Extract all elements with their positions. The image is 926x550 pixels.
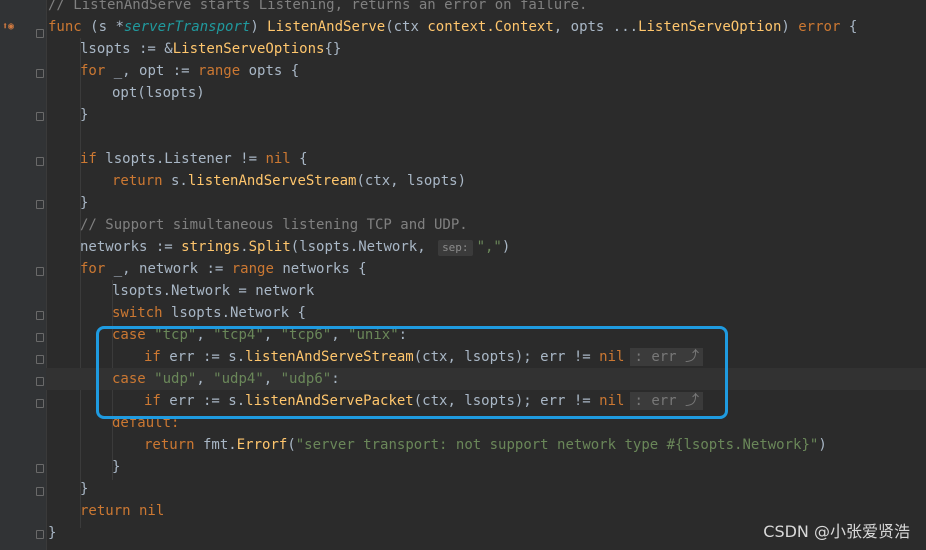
fold-marker-icon[interactable]: [36, 333, 44, 342]
fold-marker-icon[interactable]: [36, 377, 44, 386]
code-text: {: [840, 19, 858, 35]
code-text: (ctx: [385, 19, 428, 35]
code-text: ): [818, 437, 827, 453]
function-name: ListenAndServe: [267, 19, 386, 35]
code-text: _, network :=: [105, 261, 232, 277]
code-line[interactable]: networks := strings.Split(lsopts.Network…: [80, 236, 510, 258]
code-text: }: [80, 481, 89, 497]
code-text: (lsopts.Network,: [290, 239, 435, 255]
code-text: }: [80, 195, 89, 211]
fold-marker-icon[interactable]: [36, 487, 44, 496]
keyword: if: [80, 151, 97, 167]
keyword: error: [798, 19, 841, 35]
code-text: lsopts.Network {: [162, 305, 306, 321]
code-line[interactable]: }: [80, 104, 88, 126]
code-text: networks {: [273, 261, 367, 277]
code-text: (ctx, lsopts): [356, 173, 467, 189]
code-line[interactable]: }: [80, 192, 88, 214]
parameter-hint: sep:: [438, 240, 473, 256]
code-text: s.: [162, 173, 188, 189]
code-line[interactable]: // Support simultaneous listening TCP an…: [80, 214, 468, 236]
code-line[interactable]: }: [80, 478, 88, 500]
code-text: (s *: [90, 19, 124, 35]
code-line[interactable]: if lsopts.Listener != nil {: [80, 148, 308, 170]
comment: // Support simultaneous listening TCP an…: [80, 217, 468, 233]
code-text: _, opt :=: [105, 63, 199, 79]
keyword: nil: [130, 503, 165, 519]
code-text: ): [250, 19, 268, 35]
keyword: return: [112, 173, 163, 189]
code-line[interactable]: return s.listenAndServeStream(ctx, lsopt…: [112, 170, 466, 192]
code-line[interactable]: lsopts := &ListenServeOptions{}: [80, 38, 341, 60]
keyword: return: [144, 437, 195, 453]
code-text: lsopts := &: [80, 41, 173, 57]
editor-gutter: ⬆◉: [0, 0, 47, 550]
code-text: opt(lsopts): [112, 85, 205, 101]
code-line[interactable]: return nil: [80, 500, 164, 522]
function-name: Split: [248, 239, 291, 255]
comment: // ListenAndServe starts Listening, retu…: [48, 0, 588, 13]
package-name: strings: [181, 239, 241, 255]
keyword: for: [80, 63, 106, 79]
type-name: ListenServeOption: [638, 19, 782, 35]
code-text: }: [80, 107, 89, 123]
keyword: nil: [265, 151, 291, 167]
fold-marker-icon[interactable]: [36, 29, 44, 38]
fold-marker-icon[interactable]: [36, 69, 44, 78]
code-text: ): [501, 239, 511, 255]
keyword: func: [48, 19, 82, 35]
watermark: CSDN @小张爱贤浩: [763, 522, 910, 541]
code-text: .: [240, 239, 249, 255]
code-line[interactable]: lsopts.Network = network: [112, 280, 314, 302]
function-name: listenAndServeStream: [187, 173, 357, 189]
highlight-box: [96, 326, 728, 419]
code-line[interactable]: switch lsopts.Network {: [112, 302, 306, 324]
fold-marker-icon[interactable]: [36, 267, 44, 276]
code-line[interactable]: for _, opt := range opts {: [80, 60, 299, 82]
type-name: context.Context: [427, 19, 554, 35]
implement-run-icon[interactable]: ⬆◉: [2, 21, 28, 35]
code-line[interactable]: // ListenAndServe starts Listening, retu…: [48, 0, 587, 16]
code-text: {}: [324, 41, 342, 57]
code-text: ): [781, 19, 799, 35]
fold-marker-icon[interactable]: [36, 311, 44, 320]
code-text: networks :=: [80, 239, 182, 255]
fold-marker-icon[interactable]: [36, 399, 44, 408]
function-name: Errorf: [236, 437, 288, 453]
string-literal: "server transport: not support network t…: [295, 437, 819, 453]
package-name: fmt.: [194, 437, 237, 453]
keyword: for: [80, 261, 106, 277]
keyword: range: [198, 63, 241, 79]
code-text: lsopts.Network = network: [112, 283, 315, 299]
fold-marker-icon[interactable]: [36, 464, 44, 473]
keyword: switch: [112, 305, 163, 321]
code-editor[interactable]: ⬆◉ // ListenAndServe starts Listening, r…: [0, 0, 926, 550]
string-literal: ",": [476, 239, 502, 255]
code-text: opts {: [240, 63, 300, 79]
fold-marker-icon[interactable]: [36, 200, 44, 209]
fold-marker-icon[interactable]: [36, 112, 44, 121]
code-text: (: [287, 437, 296, 453]
type-name: ListenServeOptions: [172, 41, 325, 57]
fold-marker-icon[interactable]: [36, 157, 44, 166]
code-text: }: [48, 525, 57, 541]
code-text: lsopts.Listener !=: [96, 151, 266, 167]
code-line[interactable]: }: [48, 522, 56, 544]
code-line[interactable]: func (s *serverTransport) ListenAndServe…: [48, 16, 857, 38]
code-line[interactable]: opt(lsopts): [112, 82, 205, 104]
type-name: serverTransport: [123, 19, 251, 35]
fold-marker-icon[interactable]: [36, 355, 44, 364]
code-text: , opts ...: [553, 19, 639, 35]
code-line[interactable]: return fmt.Errorf("server transport: not…: [144, 434, 827, 456]
fold-marker-icon[interactable]: [36, 530, 44, 539]
code-text: }: [112, 459, 121, 475]
keyword: range: [231, 261, 274, 277]
code-line[interactable]: }: [112, 456, 120, 478]
keyword: return: [80, 503, 131, 519]
code-text: {: [290, 151, 308, 167]
code-line[interactable]: for _, network := range networks {: [80, 258, 367, 280]
